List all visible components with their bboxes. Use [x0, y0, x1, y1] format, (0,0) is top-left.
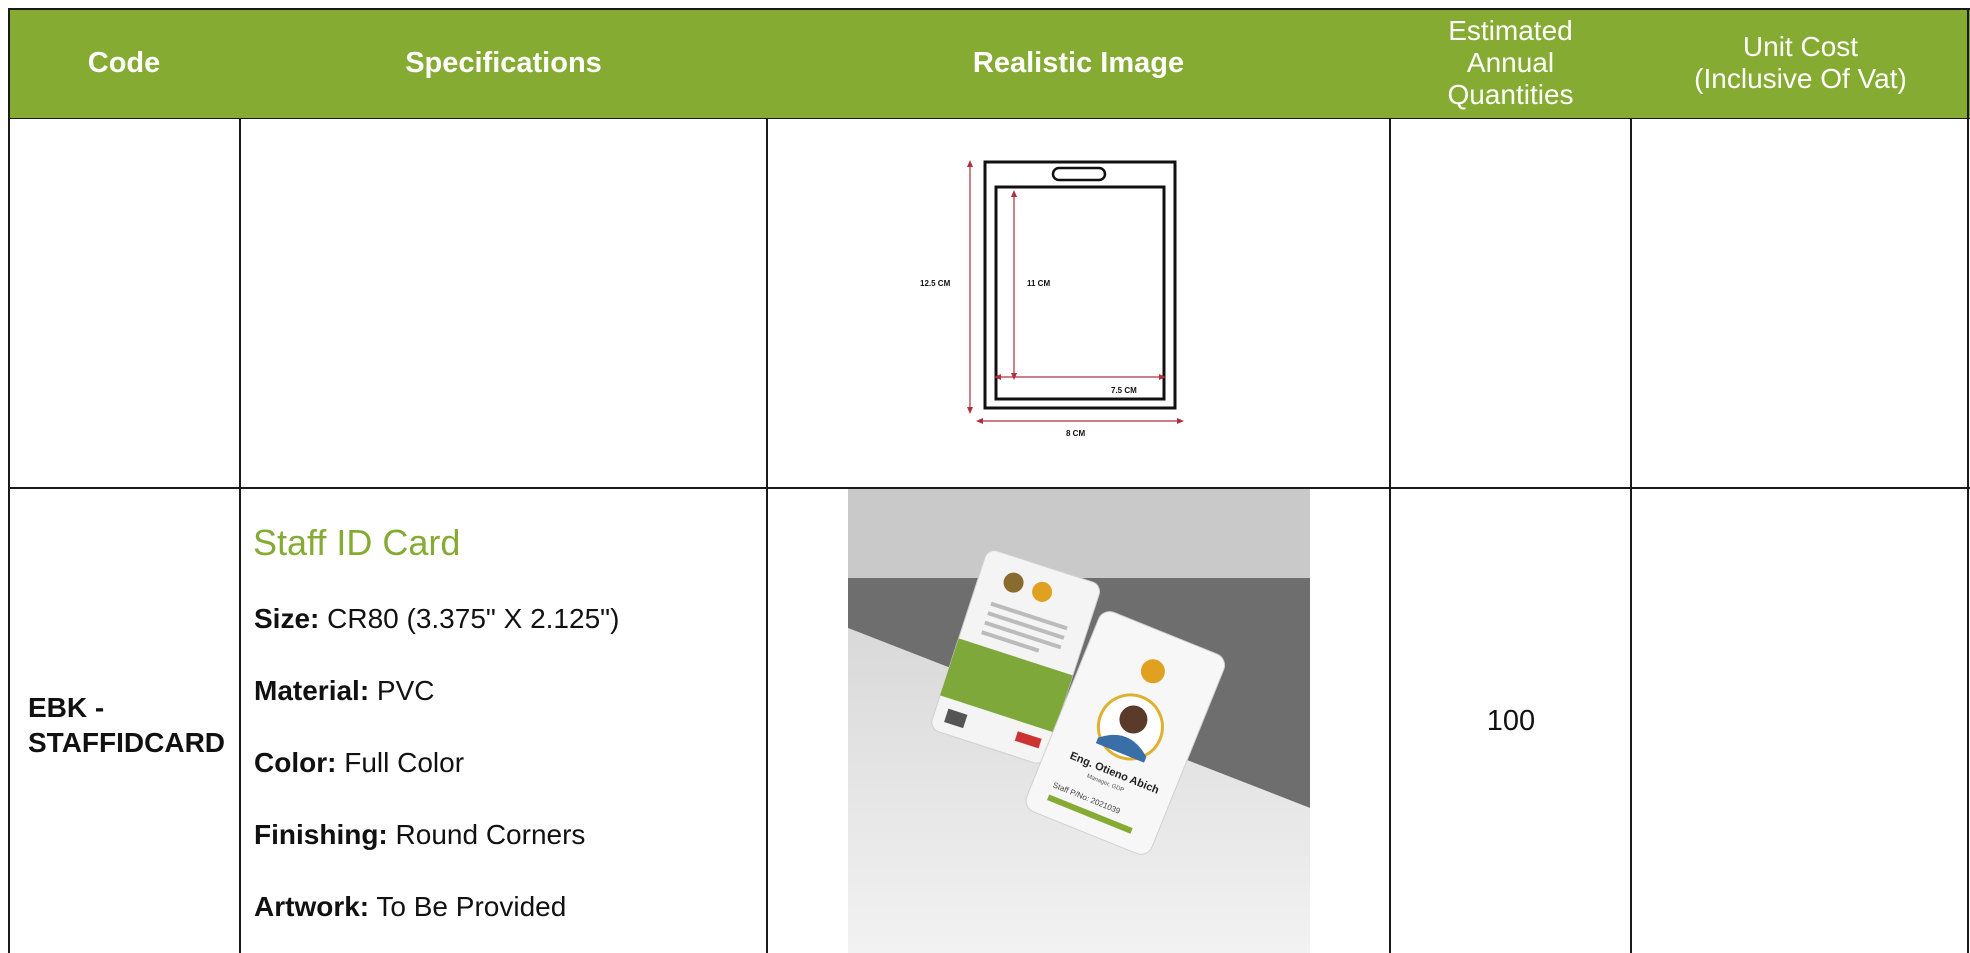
diagram-inner-height-label: 11 CM [1027, 279, 1050, 288]
spec-material: Material: PVC [254, 675, 435, 707]
table-border-top [8, 8, 1970, 10]
header-unit-cost: Unit Cost (Inclusive Of Vat) [1631, 8, 1970, 118]
table-border-left [8, 8, 10, 953]
header-realistic-image: Realistic Image [767, 8, 1390, 118]
column-divider-4 [1630, 118, 1632, 953]
column-divider-1 [239, 118, 241, 953]
column-divider-2 [766, 118, 768, 953]
spec-finishing-value: Round Corners [387, 819, 586, 850]
diagram-inner-width-label: 7.5 CM [1111, 386, 1137, 395]
header-code: Code [8, 8, 240, 118]
spec-finishing-label: Finishing: [254, 819, 388, 850]
spec-artwork: Artwork: To Be Provided [254, 891, 566, 923]
product-title: Staff ID Card [253, 522, 461, 563]
header-bottom-border [8, 118, 1970, 119]
header-realistic-image-label: Realistic Image [972, 46, 1185, 79]
header-unit-cost-line2: (Inclusive Of Vat) [1694, 63, 1907, 94]
diagram-outer-height-label: 12.5 CM [920, 279, 951, 288]
header-unit-cost-line1: Unit Cost [1742, 31, 1859, 62]
spec-material-label: Material: [254, 675, 370, 706]
spec-color-label: Color: [254, 747, 337, 778]
column-divider-3 [1389, 118, 1391, 953]
staff-id-card-photo: Eng. Otieno Abich Manager, GDP Staff P/N… [848, 488, 1310, 953]
header-quantities-line2: Annual [1466, 47, 1555, 78]
spec-size-label: Size: [254, 603, 320, 634]
estimated-quantity: 100 [1486, 705, 1536, 737]
spec-finishing: Finishing: Round Corners [254, 819, 585, 851]
header-quantities-line3: Quantities [1447, 79, 1574, 110]
spec-artwork-value: To Be Provided [369, 891, 567, 922]
header-quantities-line1: Estimated [1448, 15, 1573, 46]
spec-color-value: Full Color [336, 747, 465, 778]
header-quantities: Estimated Annual Quantities [1390, 8, 1631, 118]
row-divider [8, 487, 1970, 489]
item-code-line2: STAFFIDCARD [28, 727, 226, 758]
diagram-outer-width-label: 8 CM [1066, 429, 1085, 438]
item-code: EBK - STAFFIDCARD [28, 690, 225, 760]
spec-artwork-label: Artwork: [254, 891, 370, 922]
spec-material-value: PVC [369, 675, 435, 706]
spec-color: Color: Full Color [254, 747, 464, 779]
unit-cost-cell [1632, 489, 1969, 953]
table-border-right [1967, 8, 1969, 953]
spec-size-value: CR80 (3.375" X 2.125") [319, 603, 620, 634]
header-specifications: Specifications [240, 8, 767, 118]
id-holder-dimension-diagram: 12.5 CM 11 CM 7.5 CM 8 CM [830, 118, 1325, 488]
spec-size: Size: CR80 (3.375" X 2.125") [254, 603, 619, 635]
header-specifications-label: Specifications [405, 46, 602, 79]
header-code-label: Code [87, 46, 161, 79]
item-code-line1: EBK - [28, 692, 105, 723]
